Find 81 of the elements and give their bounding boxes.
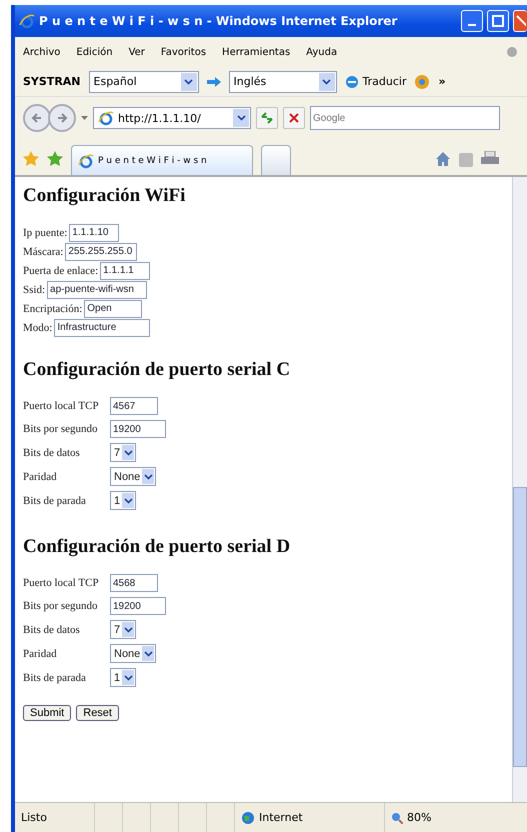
translate-button[interactable]: Traducir bbox=[362, 75, 406, 88]
field-label: Bits de datos bbox=[23, 624, 81, 636]
field-label: Paridad bbox=[23, 470, 58, 482]
home-icon[interactable] bbox=[435, 151, 451, 167]
section-heading: Configuración de puerto serial D bbox=[23, 536, 292, 558]
add-favorite-icon[interactable] bbox=[47, 151, 63, 167]
browser-tab[interactable] bbox=[261, 145, 291, 175]
input-field[interactable]: 1.1.1.1 bbox=[100, 262, 150, 280]
translate-icon bbox=[344, 74, 359, 88]
stop-button[interactable] bbox=[283, 107, 305, 129]
maximize-icon bbox=[492, 15, 504, 27]
dropdown[interactable]: 1 bbox=[110, 668, 136, 687]
field-label: Ssid: bbox=[23, 284, 46, 296]
zoom-icon[interactable] bbox=[391, 812, 403, 824]
status-text: Listo bbox=[21, 811, 47, 824]
address-field[interactable]: http://1.1.1.10/ bbox=[93, 107, 251, 129]
input-field[interactable]: 4568 bbox=[110, 574, 158, 592]
dropdown[interactable]: None bbox=[110, 644, 156, 663]
section-heading: Configuración WiFi bbox=[23, 185, 186, 207]
menu-item[interactable]: Archivo bbox=[23, 46, 60, 58]
printer-icon[interactable] bbox=[481, 151, 499, 167]
input-field[interactable]: Open bbox=[84, 300, 142, 318]
dropdown[interactable]: 7 bbox=[110, 443, 136, 462]
field-label: Bits por segundo bbox=[23, 600, 99, 612]
field-label: Bits de parada bbox=[23, 672, 87, 684]
input-field[interactable]: ap-puente-wifi-wsn bbox=[47, 280, 148, 298]
input-field[interactable]: 19200 bbox=[110, 597, 166, 615]
browser-tab[interactable]: P u e n t e W i F i - w s n bbox=[71, 145, 253, 175]
browser-logo-icon bbox=[19, 13, 35, 29]
zone-text: Internet bbox=[259, 811, 303, 824]
caret-icon[interactable] bbox=[81, 116, 88, 120]
field-label: Bits por segundo bbox=[23, 423, 99, 435]
more-button[interactable]: » bbox=[438, 75, 446, 88]
field-label: Bits de datos bbox=[23, 446, 81, 458]
field-label: Paridad bbox=[23, 648, 58, 660]
star-icon[interactable] bbox=[23, 151, 39, 167]
field-label: Modo: bbox=[23, 322, 52, 334]
dropdown[interactable]: 7 bbox=[110, 620, 136, 639]
search-field[interactable]: Google bbox=[310, 106, 500, 130]
browser-logo-icon bbox=[78, 152, 94, 168]
forward-arrow-icon bbox=[56, 112, 68, 124]
target-language-dropdown[interactable]: Inglés bbox=[228, 70, 337, 92]
field-label: Puerto local TCP bbox=[23, 577, 100, 589]
input-field[interactable]: 4567 bbox=[110, 397, 158, 415]
source-language-dropdown[interactable]: Español bbox=[88, 70, 199, 92]
field-label: Bits de parada bbox=[23, 494, 87, 506]
section-heading: Configuración de puerto serial C bbox=[23, 359, 292, 381]
dropdown[interactable]: None bbox=[110, 467, 156, 486]
globe-icon bbox=[241, 810, 255, 824]
close-button[interactable] bbox=[513, 10, 527, 32]
minimize-button[interactable] bbox=[461, 10, 483, 32]
field-label: Puerta de enlace: bbox=[23, 264, 98, 276]
dropdown[interactable]: 1 bbox=[110, 491, 136, 510]
refresh-arrows-icon bbox=[260, 112, 274, 124]
refresh-button[interactable] bbox=[256, 107, 278, 129]
field-label: Máscara: bbox=[23, 246, 64, 258]
menu-item[interactable]: Edición bbox=[76, 46, 113, 58]
field-label: Ip puente: bbox=[23, 226, 68, 238]
field-label: Encriptación: bbox=[23, 302, 82, 314]
menu-item[interactable]: Ver bbox=[128, 46, 145, 58]
minimize-icon bbox=[468, 24, 476, 26]
input-field[interactable]: 19200 bbox=[110, 420, 166, 438]
zoom-level[interactable]: 80% bbox=[407, 811, 432, 824]
scrollbar[interactable] bbox=[512, 177, 527, 802]
form-button[interactable]: Submit bbox=[23, 705, 72, 721]
menu-item[interactable]: Favoritos bbox=[160, 46, 206, 58]
brand-label: SYSTRAN bbox=[23, 75, 81, 88]
input-field[interactable]: Infrastructure bbox=[54, 318, 150, 336]
window-title: P u e n t e W i F i - w s n - Windows Internet Explorer bbox=[39, 14, 398, 28]
input-field[interactable]: 1.1.1.10 bbox=[69, 224, 120, 242]
forward-button[interactable] bbox=[48, 104, 76, 132]
menu-item[interactable]: Ayuda bbox=[306, 46, 338, 58]
form-button[interactable]: Reset bbox=[76, 705, 119, 721]
field-label: Puerto local TCP bbox=[23, 400, 100, 412]
arrow-right-icon bbox=[206, 76, 221, 86]
maximize-button[interactable] bbox=[487, 10, 509, 32]
browser-logo-icon bbox=[98, 110, 114, 126]
back-arrow-icon bbox=[31, 112, 43, 124]
menu-item[interactable]: Herramientas bbox=[222, 46, 290, 58]
input-field[interactable]: 255.255.255.0 bbox=[65, 242, 138, 260]
back-button[interactable] bbox=[23, 104, 51, 132]
